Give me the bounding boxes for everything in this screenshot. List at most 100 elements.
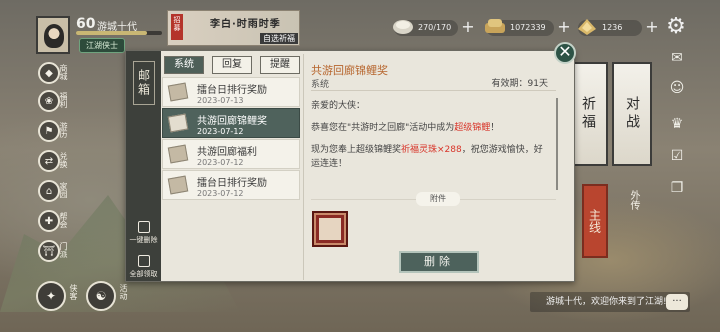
claim-all-label: 全部领取 xyxy=(129,270,158,278)
claim-all-button[interactable]: 全部领取 xyxy=(126,255,161,279)
menu-welfare-label: 福利 xyxy=(59,92,68,108)
activity-icon: ☯ xyxy=(95,289,107,303)
list-item[interactable]: 共游回廊福利 2023-07-12 xyxy=(162,139,300,169)
gems-icon xyxy=(578,19,596,35)
mail-greeting: 亲爱的大侠： xyxy=(311,101,366,111)
menu-sect-label: 门派 xyxy=(59,242,68,258)
menu-travel-label: 游历 xyxy=(59,122,68,138)
resource-coins: 1072339 xyxy=(485,19,554,36)
mail-sidebar: 邮箱 一键删除 全部领取 xyxy=(126,51,161,281)
mail-body: 亲爱的大侠： 恭喜您在"共游时之回廊"活动中成为超级锦鲤！ 现为您奉上超级锦鲤奖… xyxy=(311,99,551,179)
sect-icon: ⛩ xyxy=(38,240,60,262)
mail-date: 2023-07-12 xyxy=(197,127,244,136)
attachment-label: 附件 xyxy=(416,192,460,206)
menu-exchange[interactable]: ⇄ 兑换 xyxy=(34,150,68,172)
p1-text: 恭喜您在"共游时之回廊"活动中成为 xyxy=(311,123,455,133)
stamina-icon xyxy=(393,20,413,34)
outer-story-button[interactable]: 外传 xyxy=(626,190,641,210)
mail-detail-expiry: 有效期：91天 xyxy=(491,79,548,89)
close-icon[interactable]: ✕ xyxy=(554,42,576,64)
list-item[interactable]: 擂台日排行奖励 2023-07-13 xyxy=(162,77,300,107)
mail-subject: 共游回廊锦鲤奖 xyxy=(197,116,267,127)
list-item[interactable]: 共游回廊锦鲤奖 2023-07-12 xyxy=(162,108,300,138)
mail-paragraph-2: 现为您奉上超级锦鲤奖祈福灵珠×288，祝您游戏愉快，好运连连！ xyxy=(311,143,551,171)
resource-stamina: 270/170 xyxy=(393,20,458,36)
mail-date: 2023-07-13 xyxy=(197,96,244,105)
divider xyxy=(311,90,556,91)
right-book-icon[interactable]: ❐ xyxy=(666,180,688,200)
p1-end: ！ xyxy=(490,123,500,133)
banner-subtitle: 自选祈福 xyxy=(260,33,298,44)
bottom-activity-button[interactable]: ☯ xyxy=(86,281,116,311)
tab-system[interactable]: 系统 xyxy=(164,56,204,74)
fight-button[interactable]: 对战 xyxy=(612,62,652,166)
right-task-icon[interactable]: ☑ xyxy=(666,148,688,168)
menu-guild[interactable]: ✚ 帮会 xyxy=(34,210,68,232)
menu-shop[interactable]: ◆ 商城 xyxy=(34,62,68,84)
mail-date: 2023-07-12 xyxy=(197,189,244,198)
menu-welfare[interactable]: ❀ 福利 xyxy=(34,90,68,112)
right-announcement-icon[interactable]: ✉ xyxy=(666,50,688,70)
envelope-icon xyxy=(167,113,189,133)
avatar[interactable] xyxy=(36,16,70,54)
avatar-face xyxy=(44,24,64,48)
mail-date: 2023-07-12 xyxy=(197,158,244,167)
p2-text: 现为您奉上超级锦鲤奖 xyxy=(311,145,402,155)
bottom-hero-button[interactable]: ✦ xyxy=(36,281,66,311)
menu-sect[interactable]: ⛩ 门派 xyxy=(34,240,68,262)
mail-detail-category: 系统 xyxy=(311,80,330,90)
mail-dialog: 邮箱 一键删除 全部领取 系统 回复 提醒 擂台日排行奖励 2023-07-13… xyxy=(125,50,575,282)
attachment-item[interactable] xyxy=(312,211,348,247)
menu-guild-label: 帮会 xyxy=(59,212,68,228)
menu-travel[interactable]: ⚑ 游历 xyxy=(34,120,68,142)
mail-detail-title: 共游回廊锦鲤奖 xyxy=(311,64,388,77)
gems-value: 1236 xyxy=(602,23,623,32)
p1-highlight: 超级锦鲤 xyxy=(454,123,491,133)
bottom-hero-label: 侠客 xyxy=(69,284,78,300)
resource-gems: 1236 xyxy=(578,19,642,36)
exchange-icon: ⇄ xyxy=(38,150,60,172)
mail-window-title: 邮箱 xyxy=(133,61,155,105)
banner-tag: 招募 xyxy=(171,14,183,40)
guild-icon: ✚ xyxy=(38,210,60,232)
menu-home[interactable]: ⌂ 家园 xyxy=(34,180,68,202)
recruit-banner[interactable]: 招募 李白·时雨时季 自选祈福 xyxy=(167,10,300,46)
title-badge: 江湖侠士 xyxy=(79,38,125,53)
exp-fill xyxy=(76,31,147,35)
claim-icon xyxy=(137,255,150,267)
add-gems-button[interactable]: + xyxy=(644,19,660,36)
p2-highlight: 祈福灵珠×288 xyxy=(401,145,462,155)
player-level: 60 xyxy=(76,16,96,32)
travel-icon: ⚑ xyxy=(38,120,60,142)
right-friends-icon[interactable]: ☺ xyxy=(666,80,688,100)
menu-shop-label: 商城 xyxy=(59,64,68,80)
list-item[interactable]: 擂台日排行奖励 2023-07-12 xyxy=(162,170,300,200)
banner-title: 李白·时雨时季 xyxy=(210,19,281,30)
tab-reminder[interactable]: 提醒 xyxy=(260,56,300,74)
trash-icon xyxy=(137,221,150,233)
mail-subject: 共游回廊福利 xyxy=(197,147,257,158)
welfare-icon: ❀ xyxy=(38,90,60,112)
settings-gear-icon[interactable]: ⚙ xyxy=(663,14,689,40)
tab-reply[interactable]: 回复 xyxy=(212,56,252,74)
mail-content: 共游回廊锦鲤奖 系统 有效期：91天 亲爱的大侠： 恭喜您在"共游时之回廊"活动… xyxy=(303,54,568,280)
add-coins-button[interactable]: + xyxy=(556,19,572,36)
mail-subject: 擂台日排行奖励 xyxy=(197,178,267,189)
add-stamina-button[interactable]: + xyxy=(460,19,476,36)
coins-icon xyxy=(485,19,505,33)
exp-bar xyxy=(76,31,162,35)
delete-all-button[interactable]: 一键删除 xyxy=(126,221,161,245)
envelope-icon xyxy=(167,144,189,164)
home-icon: ⌂ xyxy=(38,180,60,202)
scrollbar[interactable] xyxy=(556,98,558,190)
mail-paragraph-1: 恭喜您在"共游时之回廊"活动中成为超级锦鲤！ xyxy=(311,121,551,135)
shop-icon: ◆ xyxy=(38,62,60,84)
menu-exchange-label: 兑换 xyxy=(59,152,68,168)
hero-icon: ✦ xyxy=(45,289,57,303)
chat-more-button[interactable]: ··· xyxy=(666,294,688,310)
main-quest-button[interactable]: 主线 xyxy=(582,184,608,258)
delete-button[interactable]: 删除 xyxy=(399,251,479,273)
right-rank-icon[interactable]: ♛ xyxy=(666,116,688,136)
envelope-icon xyxy=(167,82,189,102)
attachment-item-icon xyxy=(319,218,341,240)
